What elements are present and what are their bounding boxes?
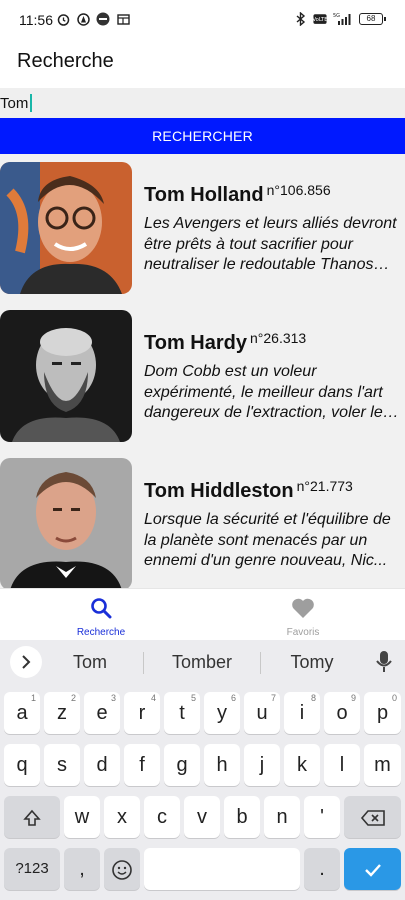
- alarm-icon: [56, 12, 70, 26]
- period-key[interactable]: .: [304, 848, 340, 890]
- key-x[interactable]: x: [104, 796, 140, 838]
- search-area: [0, 88, 405, 118]
- checkmark-icon: [364, 863, 381, 877]
- bluetooth-icon: [294, 12, 308, 26]
- nav-label-favoris: Favoris: [286, 627, 320, 638]
- suggestion-divider: [143, 652, 144, 674]
- key-r[interactable]: r4: [124, 692, 160, 734]
- backspace-key[interactable]: [344, 796, 401, 838]
- search-button[interactable]: RECHERCHER: [0, 118, 405, 154]
- space-key[interactable]: [144, 848, 300, 890]
- actor-name-line: Tom Holland n°106.856: [144, 182, 331, 207]
- suggestion-1[interactable]: Tom: [60, 652, 120, 673]
- key-f[interactable]: f: [124, 744, 160, 786]
- key-u[interactable]: u7: [244, 692, 280, 734]
- actor-name: Tom Hardy: [144, 332, 247, 354]
- app-badge-icon: [96, 12, 110, 26]
- key-g[interactable]: g: [164, 744, 200, 786]
- text-caret: [30, 94, 32, 112]
- actor-name: Tom Holland: [144, 184, 264, 206]
- signal-icon: 5G: [332, 12, 354, 26]
- key-h[interactable]: h: [204, 744, 240, 786]
- actor-name-line: Tom Hiddleston n°21.773: [144, 478, 353, 503]
- results-list[interactable]: Tom Holland n°106.856 Les Avengers et leu…: [0, 154, 405, 588]
- soft-keyboard: Tom Tomber Tomy a1 z2 e3 r4 t5 y6 u7 i8 …: [0, 640, 405, 900]
- key-y[interactable]: y6: [204, 692, 240, 734]
- chevron-right-icon: [22, 655, 31, 669]
- microphone-icon[interactable]: [375, 650, 393, 679]
- emoji-icon: [112, 859, 132, 880]
- key-v[interactable]: v: [184, 796, 220, 838]
- actor-overview: Lorsque la sécurité et l'équilibre de la…: [144, 511, 391, 569]
- actor-photo: [0, 310, 132, 442]
- result-card[interactable]: Tom Hiddleston n°21.773 Lorsque la sécuri…: [0, 450, 405, 588]
- status-right-icons: VoLTE 5G 68: [294, 12, 386, 26]
- actor-photo: [0, 162, 132, 294]
- suggestion-3[interactable]: Tomy: [282, 652, 342, 673]
- key-p[interactable]: p0: [364, 692, 401, 734]
- key-z[interactable]: z2: [44, 692, 80, 734]
- key-e[interactable]: e3: [84, 692, 120, 734]
- svg-text:VoLTE: VoLTE: [313, 17, 327, 23]
- page-title: Recherche: [17, 50, 114, 72]
- key-b[interactable]: b: [224, 796, 260, 838]
- suggestion-bar: Tom Tomber Tomy: [0, 640, 405, 684]
- key-a[interactable]: a1: [4, 692, 40, 734]
- bottom-navigation: Recherche Favoris: [0, 588, 405, 640]
- nav-label-recherche: Recherche: [76, 627, 126, 638]
- shift-key[interactable]: [4, 796, 60, 838]
- key-i[interactable]: i8: [284, 692, 320, 734]
- popularity-rank: n°21.773: [296, 478, 353, 494]
- enter-key[interactable]: [344, 848, 401, 890]
- result-card[interactable]: Tom Holland n°106.856 Les Avengers et leu…: [0, 154, 405, 294]
- key-c[interactable]: c: [144, 796, 180, 838]
- search-input[interactable]: [0, 92, 405, 114]
- heart-icon: [291, 597, 315, 624]
- key-l[interactable]: l: [324, 744, 360, 786]
- key-n[interactable]: n: [264, 796, 300, 838]
- actor-name: Tom Hiddleston: [144, 480, 294, 502]
- status-left-icons: [56, 12, 130, 26]
- key-k[interactable]: k: [284, 744, 320, 786]
- key-apostrophe[interactable]: ': [304, 796, 340, 838]
- search-icon: [90, 597, 112, 624]
- key-j[interactable]: j: [244, 744, 280, 786]
- key-s[interactable]: s: [44, 744, 80, 786]
- suggestion-divider: [260, 652, 261, 674]
- actor-photo: [0, 458, 132, 588]
- key-w[interactable]: w: [64, 796, 100, 838]
- comma-key[interactable]: ,: [64, 848, 100, 890]
- popularity-rank: n°26.313: [249, 330, 307, 346]
- key-t[interactable]: t5: [164, 692, 200, 734]
- key-o[interactable]: o9: [324, 692, 360, 734]
- suggestion-2[interactable]: Tomber: [160, 652, 244, 673]
- volte-icon: VoLTE: [313, 12, 327, 26]
- symbols-key[interactable]: ?123: [4, 848, 60, 890]
- actor-overview: Les Avengers et leurs alliés devront êtr…: [144, 215, 397, 273]
- status-time: 11:56: [19, 12, 53, 28]
- battery-indicator: 68: [359, 13, 386, 25]
- emoji-key[interactable]: [104, 848, 140, 890]
- app-bar: Recherche: [0, 40, 405, 88]
- actor-name-line: Tom Hardy n°26.313: [144, 330, 306, 355]
- expand-suggestions-button[interactable]: [10, 646, 42, 678]
- result-card[interactable]: Tom Hardy n°26.313 Dom Cobb est un voleur…: [0, 302, 405, 442]
- backspace-icon: [360, 809, 385, 826]
- popularity-rank: n°106.856: [266, 182, 331, 198]
- key-q[interactable]: q: [4, 744, 40, 786]
- nav-item-favoris[interactable]: Favoris: [202, 589, 404, 641]
- status-bar: 11:56 VoLTE 5G 68: [0, 0, 405, 40]
- key-d[interactable]: d: [84, 744, 120, 786]
- actor-overview: Dom Cobb est un voleur expérimenté, le m…: [144, 363, 391, 421]
- nav-icon: [76, 12, 90, 26]
- shift-arrow-icon: [23, 809, 41, 826]
- svg-text:5G: 5G: [333, 13, 340, 19]
- nav-item-recherche[interactable]: Recherche: [0, 589, 202, 641]
- key-m[interactable]: m: [364, 744, 401, 786]
- cast-icon: [116, 12, 130, 26]
